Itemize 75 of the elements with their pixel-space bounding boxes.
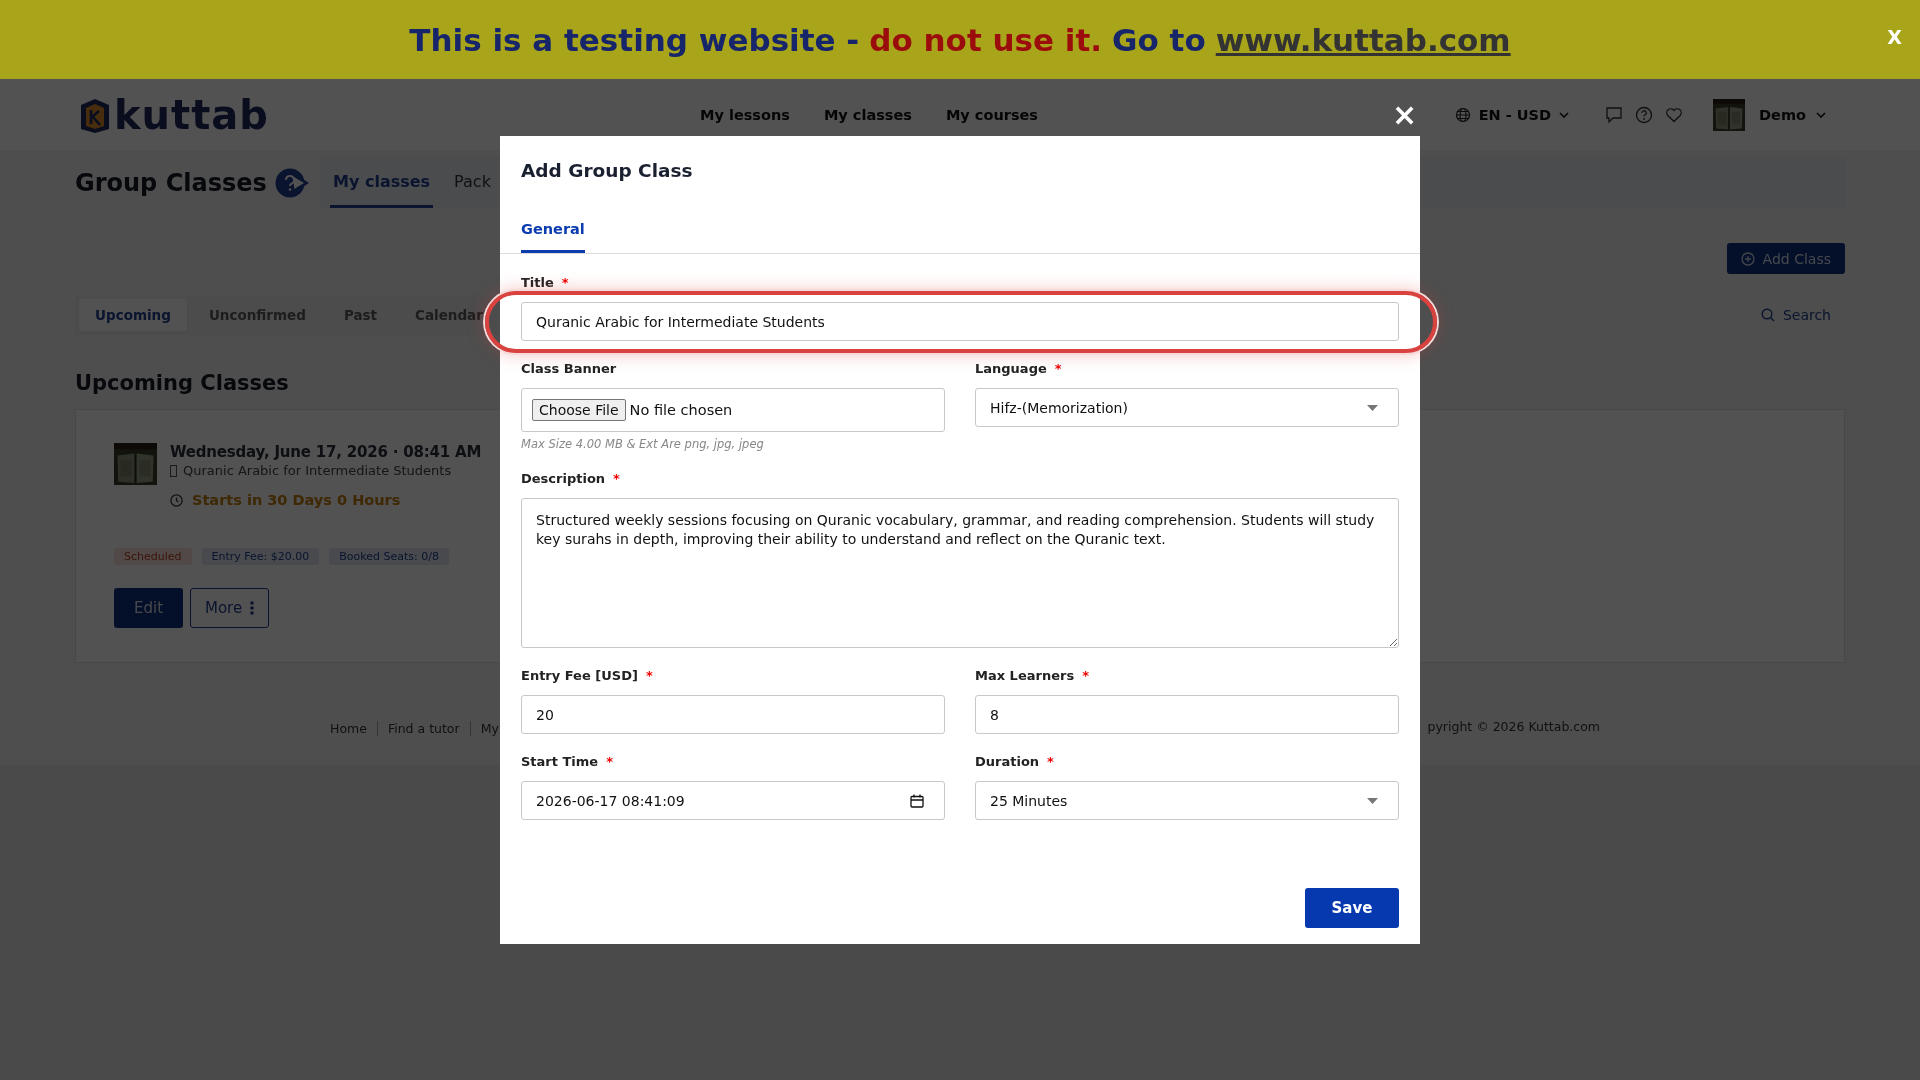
required-mark: * [606,754,613,769]
description-field[interactable]: Structured weekly sessions focusing on Quranic vocabulary, grammar, and reading comprehension. Students will study key surahs in depth, improving their ability to understand and reflect on the Quranic text. [521,498,1399,648]
footer-link[interactable]: My [469,721,499,736]
dropdown-arrow-icon [1367,404,1378,411]
required-mark: * [1054,361,1062,376]
required-mark: * [561,275,569,290]
more-vertical-icon [250,601,255,615]
footer-link[interactable]: Home [330,721,377,736]
logo-text[interactable]: kuttab [114,94,269,135]
copyright-text: pyright © 2026 Kuttab.com [1427,719,1600,736]
chat-icon [1605,105,1624,124]
book-logo-icon [78,96,112,133]
chevron-down-icon [1559,111,1570,118]
save-button[interactable]: Save [1305,888,1399,928]
file-status-text: No file chosen [629,402,733,418]
close-button[interactable]: × [1390,100,1420,130]
page-title: Group Classes [75,168,267,197]
info-badge: Entry Fee: $20.00 [201,548,320,565]
footer-link[interactable]: Find a tutor [376,721,470,736]
clock-icon [170,493,183,507]
help-icon [1635,105,1654,124]
field-label: Title [521,275,554,290]
status-badge: Scheduled [114,548,192,565]
class-date: Wednesday, June 17, 2026 · 08:41 AM [170,443,482,461]
required-mark: * [613,471,620,486]
close-button[interactable]: X [1887,26,1902,48]
required-mark: * [645,668,653,683]
required-mark: * [1047,754,1054,769]
section-title: Upcoming Classes [75,371,290,397]
language-currency-menu[interactable]: EN - USD [1454,106,1570,123]
field-label: Duration [975,754,1040,769]
field-label: Description [521,471,606,486]
nav-link[interactable]: My courses [945,106,1038,123]
field-label: Class Banner [521,361,617,376]
user-menu[interactable]: Demo [1759,106,1826,123]
nav-link[interactable]: My classes [823,106,912,123]
help-video-icon [274,167,311,198]
info-badge: Booked Seats: 0/8 [329,548,449,565]
calendar-icon [910,793,924,808]
tab[interactable]: Pack [451,157,494,208]
plus-circle-icon [1740,251,1755,266]
choose-file-button[interactable]: Choose File [532,399,626,421]
input-field[interactable]: Quranic Arabic for Intermediate Students [521,302,1399,341]
edit-button[interactable]: Edit [114,588,183,628]
heart-icon [1665,105,1684,124]
field-label: Start Time [521,754,599,769]
hint-text: Max Size 4.00 MB & Ext Are png, jpg, jpeg [521,437,765,451]
file-upload-field[interactable]: Choose File No file chosen [521,388,945,432]
select-field[interactable]: 25 Minutes [975,781,1399,820]
class-title: Quranic Arabic for Intermediate Students [183,463,452,478]
field-label: Entry Fee [USD] [521,668,638,683]
site-link[interactable]: www.kuttab.com [1215,21,1511,58]
chevron-down-icon [1816,111,1826,118]
select-field[interactable]: Hifz-(Memorization) [975,388,1399,427]
countdown-text: Starts in 30 Days 0 Hours [192,492,401,508]
date-time-field[interactable]: 2026-06-17 08:41:09 [521,781,945,820]
search-icon [1760,308,1775,322]
dropdown-arrow-icon [1367,797,1378,804]
modal-title: Add Group Class [521,160,694,181]
field-label: Language [975,361,1047,376]
field-label: Max Learners [975,668,1075,683]
warning-text: do not use it. [869,21,1103,58]
required-mark: * [1082,668,1089,683]
more-button[interactable]: More [190,588,270,628]
tab[interactable]: General [521,221,585,253]
filter-tab[interactable]: Upcoming [79,299,187,331]
globe-icon [1454,106,1471,123]
add-class-button[interactable]: Add Class [1726,243,1845,274]
tab[interactable]: My classes [330,157,434,208]
notice-text: Go to [1112,21,1206,58]
notice-text: This is a testing website - [409,21,860,58]
missing-glyph-icon [170,464,177,477]
input-field[interactable]: 20 [521,695,945,734]
input-field[interactable]: 8 [975,695,1399,734]
nav-link[interactable]: My lessons [700,106,790,123]
